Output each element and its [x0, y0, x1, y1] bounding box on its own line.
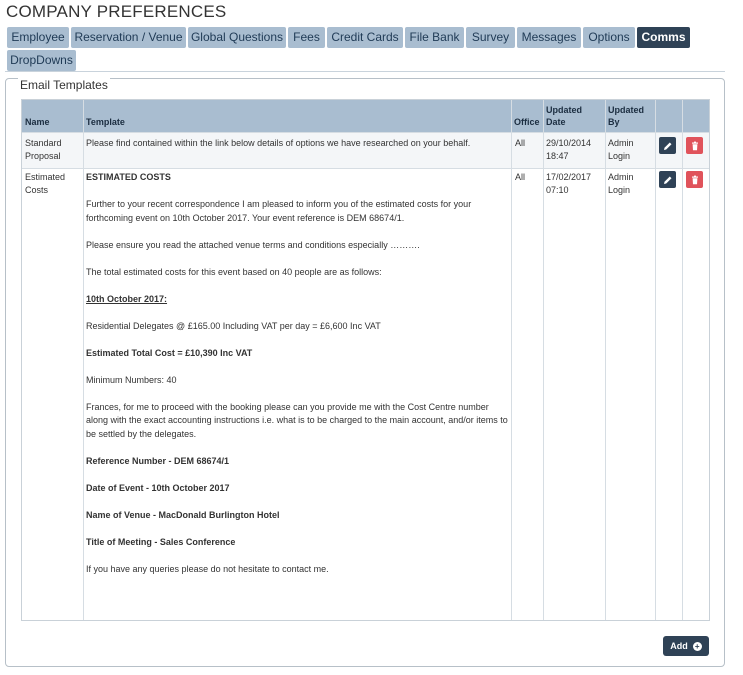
template-line — [86, 549, 509, 563]
delete-button[interactable] — [686, 137, 703, 154]
edit-button[interactable] — [659, 171, 676, 188]
header-office[interactable]: Office — [511, 100, 543, 132]
template-line: Please ensure you read the attached venu… — [86, 239, 420, 250]
column-divider — [682, 100, 683, 620]
add-button[interactable]: Add + — [663, 636, 709, 656]
plus-circle-icon: + — [692, 641, 702, 651]
row-office-cell: All — [515, 172, 526, 182]
header-name[interactable]: Name — [22, 100, 83, 132]
row-name-cell: Estimated Costs — [25, 172, 66, 195]
column-divider — [543, 100, 544, 620]
tab-employee[interactable]: Employee — [7, 27, 69, 48]
template-line: Estimated Total Cost = £10,390 Inc VAT — [86, 347, 253, 358]
template-line — [86, 252, 509, 266]
template-line — [86, 468, 509, 482]
template-line: forthcoming event on 10th October 2017. … — [86, 212, 405, 223]
column-divider — [605, 100, 606, 620]
row-updated-by-cell: Admin Login — [608, 138, 634, 161]
template-line — [86, 387, 509, 401]
pencil-icon — [663, 142, 671, 150]
template-line — [86, 360, 509, 374]
template-line: The total estimated costs for this event… — [86, 266, 382, 277]
tab-messages[interactable]: Messages — [517, 27, 581, 48]
template-line: Frances, for me to proceed with the book… — [86, 401, 489, 412]
template-line: Please find contained within the link be… — [86, 138, 471, 148]
template-line — [86, 333, 509, 347]
trash-icon — [691, 141, 698, 150]
row-updated-date-cell: 17/02/2017 07:10 — [546, 172, 592, 195]
template-line: 10th October 2017: — [86, 293, 168, 304]
pencil-icon — [663, 176, 671, 184]
header-template[interactable]: Template — [83, 100, 511, 132]
template-line: along with the exact accounting instruct… — [86, 415, 508, 425]
row-office-cell: All — [515, 138, 526, 148]
row-template-cell: Please find contained within the link be… — [86, 137, 509, 150]
template-line — [86, 495, 509, 509]
template-line — [86, 306, 509, 320]
trash-icon — [691, 175, 698, 184]
page-title: COMPANY PREFERENCES — [6, 2, 227, 21]
template-line: If you have any queries please do not he… — [86, 563, 329, 574]
template-line — [86, 279, 509, 293]
tab-dropdowns[interactable]: DropDowns — [7, 50, 76, 71]
template-line: ESTIMATED COSTS — [86, 172, 171, 182]
template-line: be settled by the delegates. — [86, 428, 197, 439]
header-updated-by[interactable]: Updated By — [605, 100, 656, 132]
row-name-cell: Standard Proposal — [25, 138, 62, 161]
tabs-divider — [5, 71, 725, 72]
template-line: Residential Delegates @ £165.00 Includin… — [86, 320, 381, 331]
delete-button[interactable] — [686, 171, 703, 188]
template-line: Minimum Numbers: 40 — [86, 374, 177, 385]
tab-reservation-venue[interactable]: Reservation / Venue — [71, 27, 186, 48]
template-line: Name of Venue - MacDonald Burlington Hot… — [86, 509, 280, 520]
tab-credit-cards[interactable]: Credit Cards — [327, 27, 403, 48]
row-template-cell: ESTIMATED COSTS Further to your recent co… — [86, 171, 509, 576]
tab-file-bank[interactable]: File Bank — [405, 27, 464, 48]
tab-fees[interactable]: Fees — [288, 27, 325, 48]
row-updated-date-cell: 29/10/2014 18:47 — [546, 138, 592, 161]
template-line — [86, 522, 509, 536]
tab-comms[interactable]: Comms — [637, 27, 690, 48]
template-line — [86, 185, 509, 199]
column-divider — [655, 100, 656, 620]
header-updated-date[interactable]: Updated Date — [543, 100, 605, 132]
column-divider — [511, 100, 512, 620]
panel-legend: Email Templates — [18, 78, 110, 92]
template-line: Further to your recent correspondence I … — [86, 199, 472, 209]
tab-options[interactable]: Options — [583, 27, 635, 48]
tab-survey[interactable]: Survey — [466, 27, 515, 48]
email-templates-table: Name Template Office Updated Date Updated… — [21, 99, 710, 621]
template-line — [86, 225, 509, 239]
row-updated-by-cell: Admin Login — [608, 172, 634, 195]
tab-global-questions[interactable]: Global Questions — [188, 27, 286, 48]
edit-button[interactable] — [659, 137, 676, 154]
template-line: Title of Meeting - Sales Conference — [86, 536, 236, 547]
column-divider — [83, 100, 84, 620]
template-line: Reference Number - DEM 68674/1 — [86, 455, 230, 466]
template-line: Date of Event - 10th October 2017 — [86, 482, 230, 493]
template-line — [86, 441, 509, 455]
